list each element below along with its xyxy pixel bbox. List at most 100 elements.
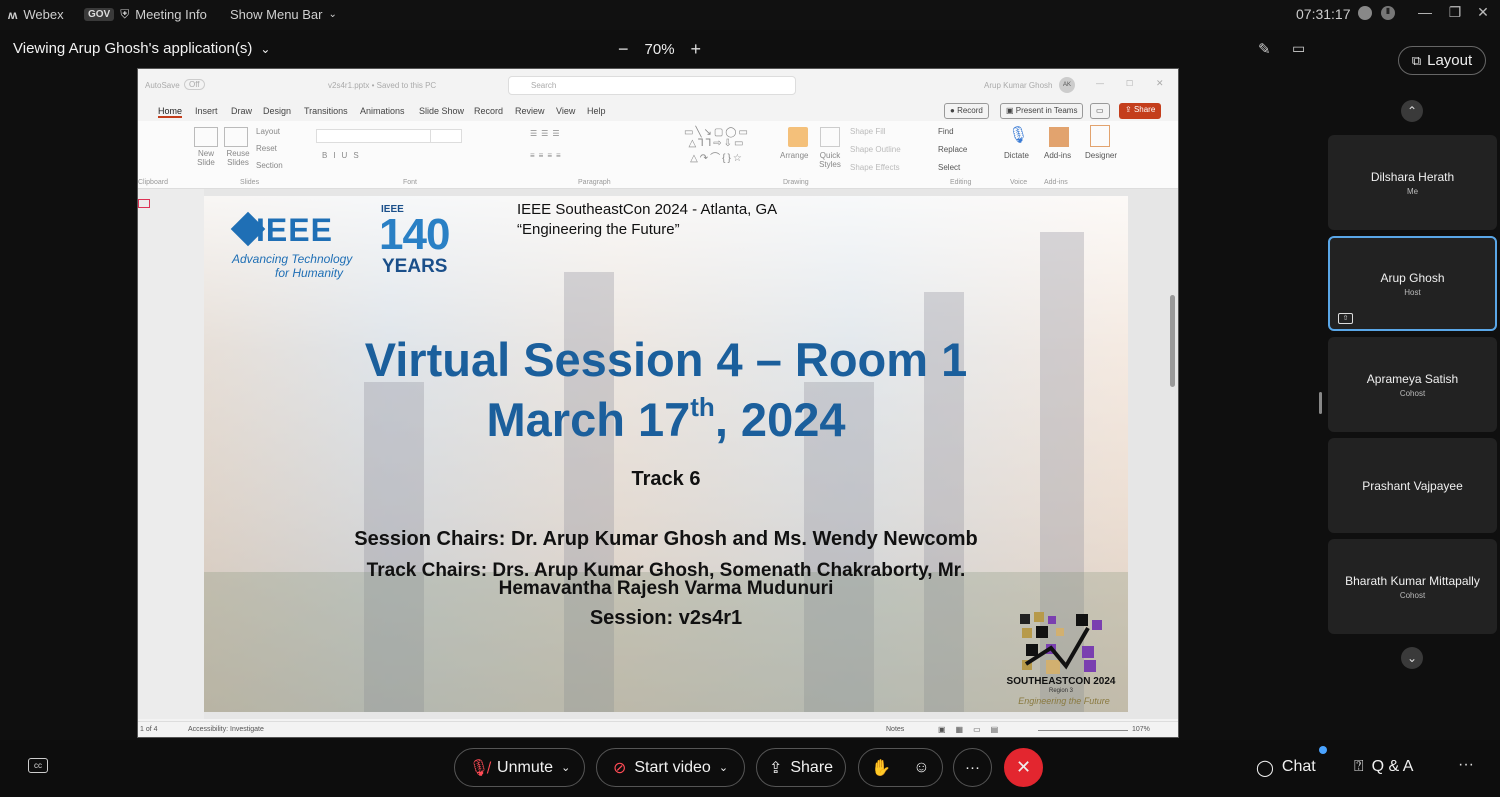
ppt-restore-icon[interactable]: ☐ bbox=[1126, 79, 1133, 88]
tab-design[interactable]: Design bbox=[263, 106, 291, 116]
layout-menu[interactable]: Layout bbox=[256, 127, 280, 136]
chevron-down-icon[interactable]: ⌄ bbox=[719, 761, 728, 774]
title-date-a: March 17 bbox=[486, 393, 691, 446]
ppt-zoom-level[interactable]: 107% bbox=[1132, 726, 1150, 733]
tab-record[interactable]: Record bbox=[474, 106, 503, 116]
notes-button[interactable]: Notes bbox=[886, 726, 904, 733]
show-menu-bar-button[interactable]: Show Menu Bar ⌄ bbox=[230, 7, 337, 22]
zoom-in-button[interactable]: + bbox=[691, 39, 702, 60]
ppt-record-button[interactable]: ● Record bbox=[944, 103, 989, 119]
captions-icon[interactable]: cc bbox=[28, 758, 48, 773]
more-panels-icon[interactable]: ··· bbox=[1458, 756, 1474, 774]
new-slide-icon[interactable] bbox=[194, 127, 218, 147]
reset-button[interactable]: Reset bbox=[256, 144, 277, 153]
ppt-share-button[interactable]: ⇪ Share bbox=[1119, 103, 1162, 119]
share-icon: ⇪ bbox=[768, 759, 783, 777]
editor-scrollbar[interactable] bbox=[1170, 295, 1175, 387]
unmute-button[interactable]: 🎙︎̸ Unmute ⌄ bbox=[454, 748, 585, 787]
shape-outline[interactable]: Shape Outline bbox=[850, 145, 901, 154]
status-icon[interactable] bbox=[1358, 6, 1372, 20]
tab-help[interactable]: Help bbox=[587, 106, 606, 116]
minimize-icon[interactable]: — bbox=[1408, 4, 1442, 20]
font-format-buttons[interactable]: BIUS bbox=[322, 151, 365, 160]
end-call-button[interactable]: ✕ bbox=[1004, 748, 1043, 787]
viewing-dropdown[interactable]: Viewing Arup Ghosh's application(s) ⌄ bbox=[13, 40, 270, 57]
participant-role: Cohost bbox=[1399, 388, 1426, 398]
start-video-button[interactable]: ⊘ Start video ⌄ bbox=[596, 748, 745, 787]
replace-button[interactable]: Replace bbox=[938, 145, 967, 154]
section-menu[interactable]: Section bbox=[256, 161, 283, 170]
shapes-gallery[interactable]: ▭╲↘▢◯▭ △⅂⅂⇨⇩▭ △↷⌒{}☆ bbox=[684, 127, 750, 164]
tab-review[interactable]: Review bbox=[515, 106, 545, 116]
autosave-toggle[interactable]: Off bbox=[184, 79, 205, 90]
participant-tile[interactable]: Bharath Kumar Mittapally Cohost bbox=[1328, 539, 1497, 634]
slide-title-line-1: Virtual Session 4 – Room 1 bbox=[364, 333, 968, 386]
panel-resize-handle[interactable] bbox=[1319, 392, 1322, 414]
participant-role: Me bbox=[1406, 186, 1419, 196]
share-button[interactable]: ⇪ Share bbox=[756, 748, 846, 787]
tab-animations[interactable]: Animations bbox=[360, 106, 405, 116]
tab-home[interactable]: Home bbox=[158, 106, 183, 118]
chat-label: Chat bbox=[1281, 758, 1316, 775]
tab-insert[interactable]: Insert bbox=[195, 106, 218, 116]
accessibility-status[interactable]: Accessibility: Investigate bbox=[188, 726, 264, 733]
paragraph-align-buttons[interactable]: ≡≡≡≡ bbox=[530, 151, 565, 160]
raise-hand-icon[interactable]: ✋ bbox=[871, 758, 891, 778]
more-options-button[interactable]: ··· bbox=[953, 748, 992, 787]
reuse-slides-icon[interactable] bbox=[224, 127, 248, 147]
tab-view[interactable]: View bbox=[556, 106, 575, 116]
arrange-icon[interactable] bbox=[788, 127, 808, 147]
ppt-minimize-icon[interactable]: — bbox=[1096, 79, 1104, 88]
quick-styles-label[interactable]: Quick Styles bbox=[816, 151, 844, 169]
layout-label: Layout bbox=[1427, 52, 1473, 69]
video-off-icon: ⊘ bbox=[612, 759, 627, 777]
add-ins-button[interactable]: Add-ins bbox=[1044, 151, 1071, 160]
participant-tile[interactable]: Arup Ghosh Host ⇧ bbox=[1328, 236, 1497, 331]
reuse-slides-label[interactable]: Reuse Slides bbox=[222, 149, 254, 167]
microphone-icon[interactable]: 🎙 bbox=[1008, 125, 1028, 145]
view-buttons[interactable]: ▣▦▭▤ bbox=[938, 725, 1008, 734]
reactions-icon[interactable]: ☺ bbox=[913, 759, 929, 777]
network-signal-icon[interactable]: ▮ bbox=[1381, 6, 1395, 20]
slide-thumbnail-1[interactable] bbox=[138, 199, 150, 208]
ppt-close-icon[interactable]: ✕ bbox=[1156, 78, 1164, 89]
paragraph-list-buttons[interactable]: ☰☰☰ bbox=[530, 129, 564, 138]
chevron-down-icon[interactable]: ⌄ bbox=[561, 761, 570, 774]
scroll-up-icon[interactable]: ⌃ bbox=[1401, 100, 1423, 122]
present-in-teams-button[interactable]: ▣ Present in Teams bbox=[1000, 103, 1084, 119]
shape-effects[interactable]: Shape Effects bbox=[850, 163, 900, 172]
new-slide-label[interactable]: New Slide bbox=[190, 149, 222, 167]
meeting-controls: cc 🎙︎̸ Unmute ⌄ ⊘ Start video ⌄ ⇪ Share … bbox=[0, 740, 1500, 797]
find-button[interactable]: Find bbox=[938, 127, 954, 136]
close-icon[interactable]: ✕ bbox=[1466, 4, 1500, 21]
participant-tile[interactable]: Aprameya Satish Cohost bbox=[1328, 337, 1497, 432]
tab-draw[interactable]: Draw bbox=[231, 106, 252, 116]
select-button[interactable]: Select bbox=[938, 163, 960, 172]
designer-button[interactable]: Designer bbox=[1085, 151, 1117, 160]
dictate-button[interactable]: Dictate bbox=[1004, 151, 1029, 160]
participant-tile[interactable]: Dilshara Herath Me bbox=[1328, 135, 1497, 230]
tab-transitions[interactable]: Transitions bbox=[304, 106, 348, 116]
meeting-info-button[interactable]: GOV ⛨ Meeting Info bbox=[84, 7, 207, 22]
remote-control-icon[interactable]: ▭ bbox=[1292, 40, 1305, 57]
zoom-out-button[interactable]: − bbox=[618, 39, 629, 60]
zoom-slider[interactable] bbox=[1038, 730, 1128, 731]
arrange-label[interactable]: Arrange bbox=[780, 151, 808, 160]
designer-icon[interactable] bbox=[1090, 125, 1110, 147]
qa-button[interactable]: ⍰ Q & A bbox=[1354, 758, 1413, 776]
scroll-down-icon[interactable]: ⌄ bbox=[1401, 647, 1423, 669]
track-label: Track 6 bbox=[631, 468, 701, 490]
shape-fill[interactable]: Shape Fill bbox=[850, 127, 886, 136]
tab-slide-show[interactable]: Slide Show bbox=[419, 106, 464, 116]
chat-button[interactable]: ◯ Chat bbox=[1256, 758, 1316, 778]
participant-tile[interactable]: Prashant Vajpayee bbox=[1328, 438, 1497, 533]
add-ins-icon[interactable] bbox=[1049, 127, 1069, 147]
chat-icon: ◯ bbox=[1256, 760, 1274, 777]
layout-button[interactable]: ⧉ Layout bbox=[1398, 46, 1486, 75]
ppt-search[interactable]: Search bbox=[508, 76, 796, 95]
ppt-user-avatar[interactable]: AK bbox=[1059, 77, 1075, 93]
annotate-icon[interactable]: ✎ bbox=[1258, 40, 1271, 58]
font-size-field[interactable] bbox=[430, 129, 462, 143]
quick-styles-icon[interactable] bbox=[820, 127, 840, 147]
comments-icon[interactable]: ▭ bbox=[1090, 103, 1110, 119]
